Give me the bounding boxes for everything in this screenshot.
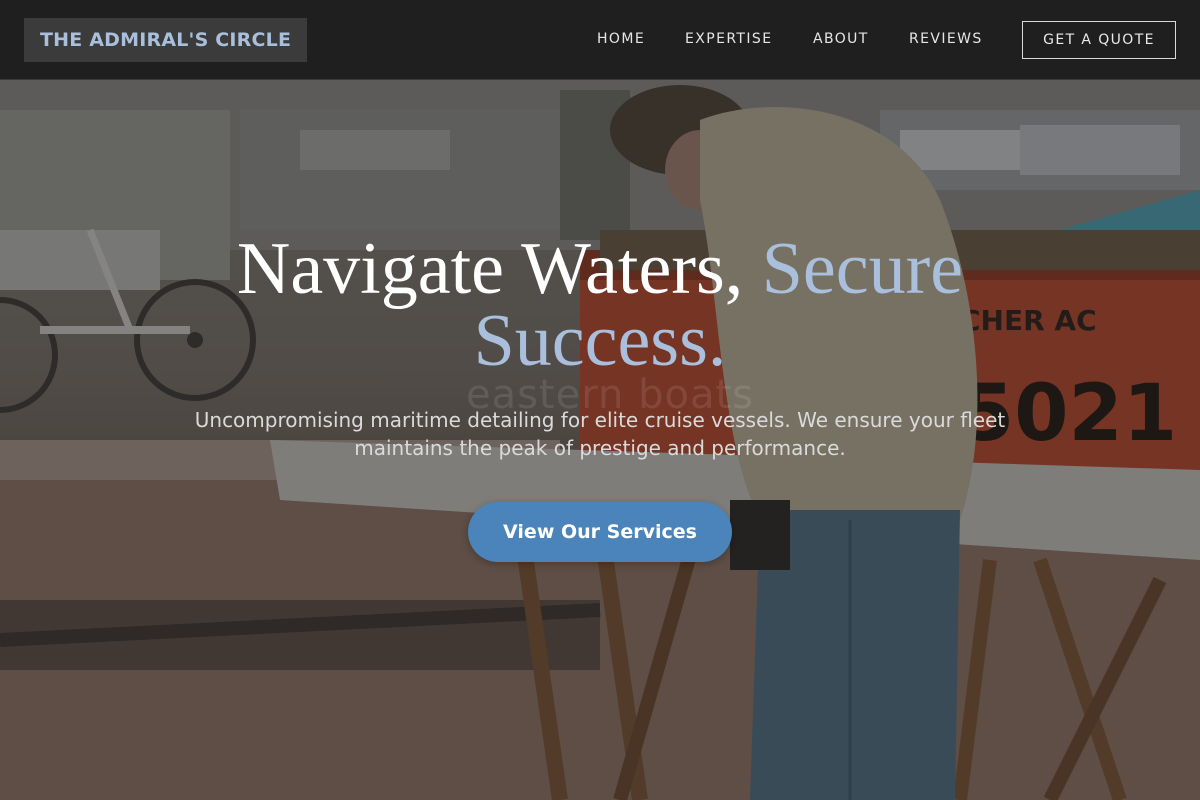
nav-link-about[interactable]: ABOUT: [813, 31, 869, 47]
view-services-button[interactable]: View Our Services: [468, 502, 732, 562]
nav-link-reviews[interactable]: REVIEWS: [909, 31, 983, 47]
nav-link-home[interactable]: HOME: [597, 31, 645, 47]
get-quote-button[interactable]: GET A QUOTE: [1022, 21, 1176, 59]
hero-section: Navigate Waters, Secure Success. eastern…: [0, 80, 1200, 800]
hero-subtitle: Uncompromising maritime detailing for el…: [194, 408, 1006, 460]
nav-link-expertise[interactable]: EXPERTISE: [685, 31, 772, 47]
brand-logo[interactable]: THE ADMIRAL'S CIRCLE: [24, 18, 308, 62]
hero-headline-main: Navigate Waters,: [236, 228, 762, 310]
hero-headline: Navigate Waters, Secure Success.: [150, 232, 1050, 378]
landing-page: 5021 CHER AC THE ADMIRAL'S CIRCLE HOME E…: [0, 0, 1200, 800]
top-navbar: THE ADMIRAL'S CIRCLE HOME EXPERTISE ABOU…: [0, 0, 1200, 80]
